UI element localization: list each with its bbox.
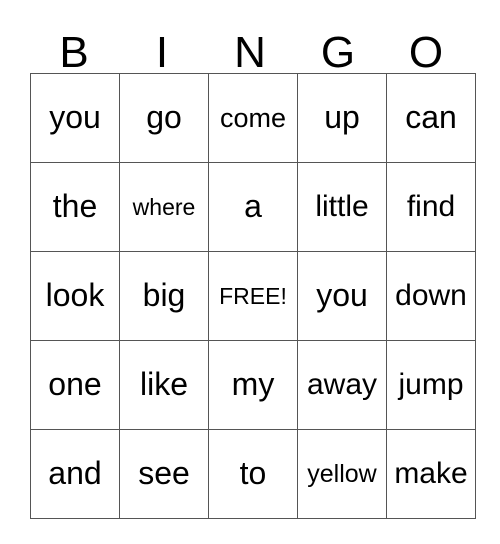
bingo-cell[interactable]: down [386,251,476,341]
bingo-cell[interactable]: up [297,73,387,163]
bingo-header-row: B I N G O [30,12,470,77]
bingo-card: B I N G O you go come up can the where a… [30,12,476,519]
bingo-grid: you go come up can the where a little fi… [30,73,476,519]
bingo-row: the where a little find [30,162,476,252]
bingo-cell-word: and [48,455,102,492]
bingo-cell[interactable]: you [30,73,120,163]
bingo-cell-word: like [139,366,188,403]
bingo-cell-word: you [49,99,101,136]
bingo-header-letter: N [234,27,266,77]
bingo-cell[interactable]: a [208,162,298,252]
bingo-cell-word: down [395,279,467,313]
bingo-row: look big FREE! you down [30,251,476,341]
bingo-cell-word: go [146,99,182,136]
bingo-cell-word: big [142,277,186,314]
bingo-cell[interactable]: away [297,340,387,430]
bingo-cell[interactable]: big [119,251,209,341]
bingo-cell-word: a [244,188,262,225]
bingo-header-letter: O [408,27,444,77]
bingo-cell[interactable]: look [30,251,120,341]
bingo-cell[interactable]: to [208,429,298,519]
bingo-cell-word: where [132,193,196,220]
bingo-header-letter: G [320,27,356,77]
bingo-cell-word: you [316,277,368,314]
bingo-header-cell-g: G [294,12,382,77]
bingo-header-cell-b: B [30,12,118,77]
bingo-cell[interactable]: go [119,73,209,163]
bingo-cell[interactable]: my [208,340,298,430]
bingo-cell-word: yellow [307,459,377,488]
bingo-cell[interactable]: and [30,429,120,519]
bingo-cell[interactable]: one [30,340,120,430]
bingo-cell[interactable]: can [386,73,476,163]
bingo-row: and see to yellow make [30,429,476,519]
bingo-cell-word: jump [398,368,464,402]
bingo-cell[interactable]: jump [386,340,476,430]
bingo-cell[interactable]: you [297,251,387,341]
bingo-header-letter: B [59,27,89,77]
bingo-header-cell-i: I [118,12,206,77]
bingo-header-letter: I [155,27,169,77]
bingo-cell-word: the [52,188,98,225]
bingo-cell-word: to [239,455,267,492]
bingo-cell[interactable]: see [119,429,209,519]
bingo-cell[interactable]: where [119,162,209,252]
bingo-cell-word: find [406,190,456,224]
bingo-cell[interactable]: little [297,162,387,252]
bingo-row: you go come up can [30,73,476,163]
bingo-cell-word: see [138,455,190,492]
bingo-header-cell-o: O [382,12,470,77]
bingo-header-cell-n: N [206,12,294,77]
bingo-free-cell[interactable]: FREE! [208,251,298,341]
bingo-cell-word: make [394,457,468,491]
bingo-cell-word: can [405,99,457,136]
bingo-cell-word: my [231,366,275,403]
bingo-cell[interactable]: come [208,73,298,163]
bingo-cell[interactable]: like [119,340,209,430]
bingo-cell-word: away [306,368,378,402]
bingo-cell[interactable]: make [386,429,476,519]
bingo-cell-word: look [45,277,105,314]
bingo-cell[interactable]: find [386,162,476,252]
bingo-cell-word: up [324,99,360,136]
bingo-cell[interactable]: yellow [297,429,387,519]
bingo-free-label: FREE! [219,282,287,309]
bingo-cell-word: little [315,190,369,224]
bingo-cell-word: come [219,102,287,133]
bingo-row: one like my away jump [30,340,476,430]
bingo-cell[interactable]: the [30,162,120,252]
bingo-cell-word: one [48,366,102,403]
